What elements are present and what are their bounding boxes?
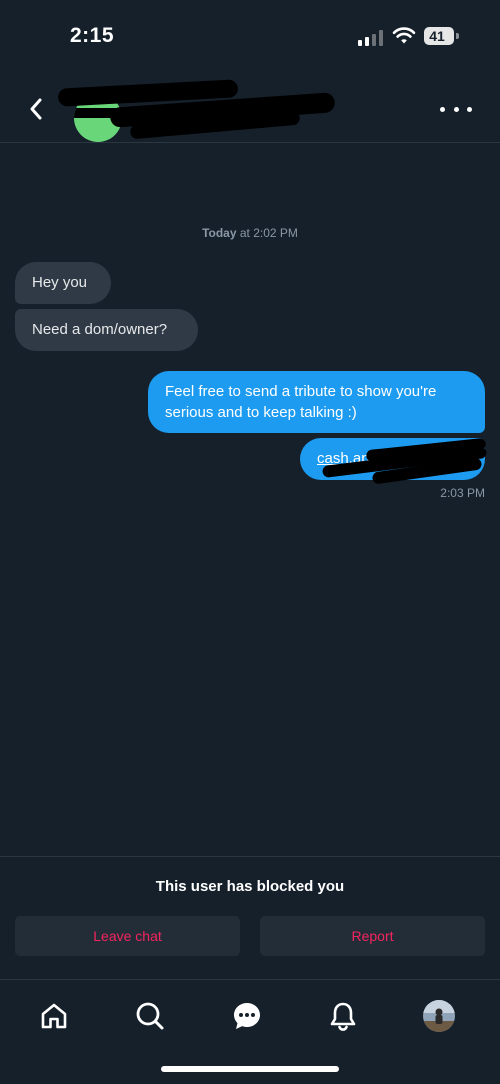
messages-icon [234,1003,260,1029]
dot [453,106,459,112]
battery-cap [456,33,459,39]
blocked-notice: This user has blocked you [155,878,345,895]
back-button[interactable] [24,94,50,124]
status-bar: 2:15 41 [0,0,500,76]
timestamp-day: Today [202,226,237,240]
dot [467,106,472,112]
profile-avatar [423,1000,455,1032]
home-indicator [161,1066,339,1072]
search-icon [136,1002,164,1030]
report-button[interactable]: Report [260,916,485,956]
battery-icon: 41 [424,27,454,45]
tab-home[interactable] [34,996,74,1036]
dot [440,106,445,112]
battery-level: 41 [429,28,445,44]
sent-message[interactable]: Feel free to send a tribute to show you'… [148,371,485,433]
more-options-button[interactable] [440,96,472,122]
status-time: 2:15 [70,24,115,47]
blocked-notice-area: This user has blocked you Leave chat Rep… [0,856,500,980]
sent-time: 2:03 PM [440,486,485,500]
received-message[interactable]: Need a dom/owner? [15,309,198,351]
wifi-icon [392,27,416,44]
notifications-icon [330,1002,356,1031]
conversation-timestamp: Today at 2:02 PM [0,226,500,240]
tab-search[interactable] [130,996,170,1036]
timestamp-time: at 2:02 PM [239,226,298,240]
tab-messages[interactable] [227,996,267,1036]
home-icon [41,1003,67,1029]
received-message[interactable]: Hey you [15,262,111,304]
tab-notifications[interactable] [323,996,363,1036]
leave-chat-button[interactable]: Leave chat [15,916,240,956]
tab-profile[interactable] [419,996,459,1036]
cellular-signal-icon [358,30,384,46]
chat-header [0,76,500,143]
